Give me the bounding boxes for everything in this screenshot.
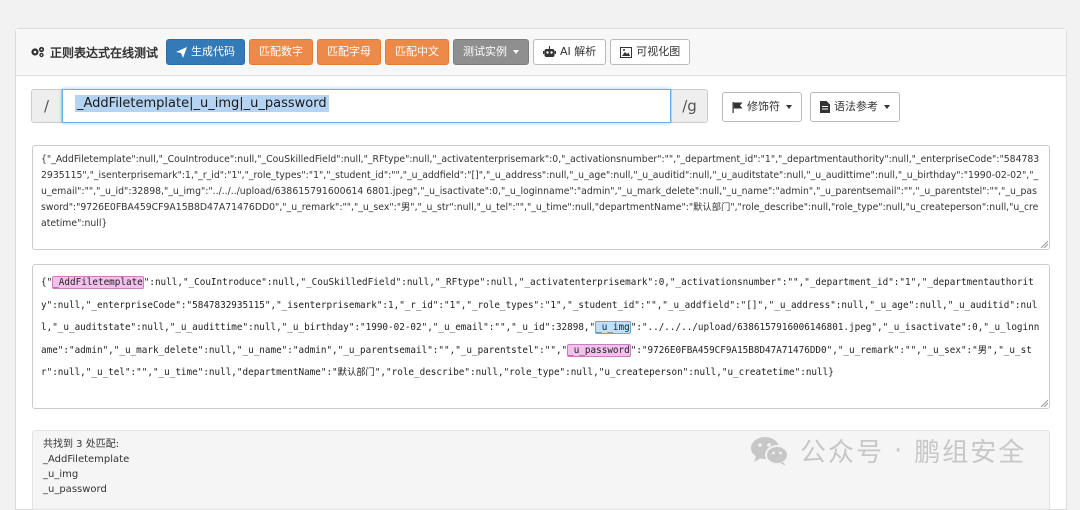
toolbar-title: 正则表达式在线测试 xyxy=(30,44,158,61)
ai-analysis-label: AI 解析 xyxy=(560,45,597,58)
visualize-button[interactable]: 可视化图 xyxy=(610,39,691,65)
toolbar: 正则表达式在线测试 生成代码 匹配数字 匹配字母 匹配中文 测试实例 AI 解析 xyxy=(16,29,1066,76)
match-chinese-button[interactable]: 匹配中文 xyxy=(385,39,450,65)
file-icon xyxy=(820,101,830,113)
source-text-content: {"_AddFiletemplate":null,"_CouIntroduce"… xyxy=(41,154,1040,229)
test-examples-label: 测试实例 xyxy=(463,45,508,58)
regex-pattern-text: _AddFiletemplate|_u_img|_u_password xyxy=(75,95,329,112)
caret-down-icon xyxy=(884,105,890,109)
match-highlight: _u_img xyxy=(595,321,631,335)
robot-icon xyxy=(543,46,557,57)
match-highlight-area: {"_AddFiletemplate":null,"_CouIntroduce"… xyxy=(32,264,1050,409)
modifiers-label: 修饰符 xyxy=(747,100,780,113)
match-digits-button[interactable]: 匹配数字 xyxy=(249,39,314,65)
match-highlight: _u_password xyxy=(567,343,631,357)
wechat-icon xyxy=(751,436,789,466)
visualize-label: 可视化图 xyxy=(636,45,681,58)
syntax-reference-dropdown[interactable]: 语法参考 xyxy=(810,92,900,122)
syntax-reference-label: 语法参考 xyxy=(834,100,878,113)
highlight-text-segment: {" xyxy=(41,277,53,288)
watermark-account: 公众号 xyxy=(800,438,885,468)
match-result-item: _u_img xyxy=(43,469,79,480)
test-examples-dropdown[interactable]: 测试实例 xyxy=(453,39,530,65)
watermark: 公众号 · 鹏组安全 xyxy=(750,432,1026,469)
caret-down-icon xyxy=(513,50,520,54)
match-highlight: _AddFiletemplate xyxy=(52,276,144,289)
regex-open-delimiter: / xyxy=(31,89,62,123)
watermark-name: 鹏组安全 xyxy=(914,438,1027,468)
source-text-textarea[interactable]: {"_AddFiletemplate":null,"_CouIntroduce"… xyxy=(32,145,1050,250)
resize-handle-icon[interactable] xyxy=(1040,399,1048,407)
send-icon xyxy=(176,46,188,58)
gears-icon xyxy=(31,46,45,58)
resize-handle-icon[interactable] xyxy=(1040,240,1048,248)
ai-analysis-button[interactable]: AI 解析 xyxy=(533,39,607,65)
regex-pattern-input[interactable]: _AddFiletemplate|_u_img|_u_password xyxy=(62,89,671,123)
regex-input-group: / _AddFiletemplate|_u_img|_u_password /g xyxy=(31,89,708,123)
modifiers-dropdown[interactable]: 修饰符 xyxy=(722,92,802,122)
flag-icon xyxy=(732,101,743,113)
watermark-separator: · xyxy=(894,435,905,466)
toolbar-title-text: 正则表达式在线测试 xyxy=(50,45,159,60)
generate-code-button[interactable]: 生成代码 xyxy=(166,39,246,65)
caret-down-icon xyxy=(786,105,792,109)
regex-close-delimiter: /g xyxy=(671,89,708,123)
match-result-item: _u_password xyxy=(43,484,107,495)
match-letters-button[interactable]: 匹配字母 xyxy=(317,39,382,65)
generate-code-label: 生成代码 xyxy=(191,45,236,58)
image-icon xyxy=(620,46,633,58)
